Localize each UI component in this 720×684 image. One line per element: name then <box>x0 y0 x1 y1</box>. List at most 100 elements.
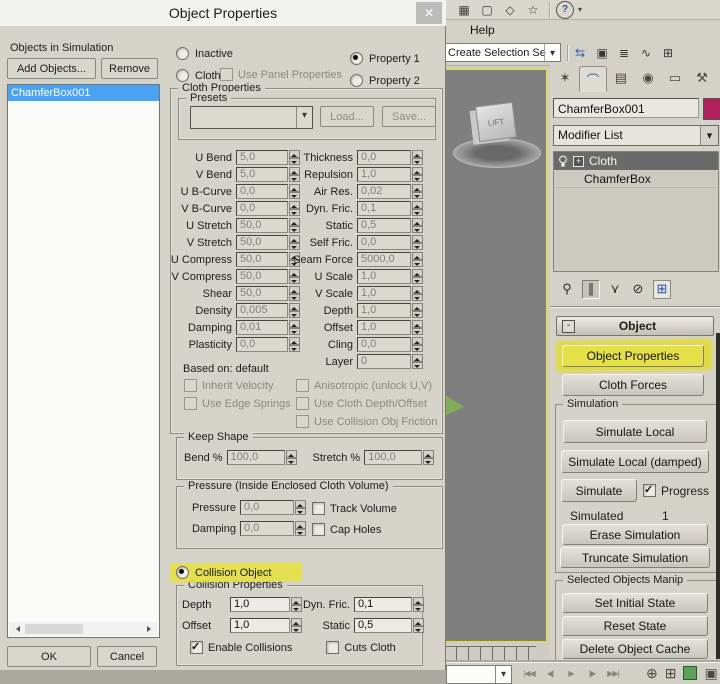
param-value-field[interactable]: 0,5 <box>357 218 411 233</box>
erase-simulation-button[interactable]: Erase Simulation <box>562 524 708 545</box>
show-end-result-icon[interactable]: ∥ <box>582 280 600 299</box>
pin-stack-icon[interactable]: ⚲ <box>559 281 575 298</box>
render-setup-icon[interactable]: ⊞ <box>658 44 678 62</box>
spinner[interactable] <box>412 218 423 233</box>
spinner[interactable] <box>413 597 424 612</box>
spinner[interactable] <box>412 252 423 267</box>
param-value-field[interactable]: 100,0 <box>364 450 422 465</box>
chevron-down-icon[interactable] <box>700 126 718 145</box>
lift-spacewarp-gizmo[interactable]: LIFT <box>453 98 541 170</box>
checkbox[interactable]: Use Collision Obj Friction <box>296 415 437 428</box>
add-objects-button[interactable]: Add Objects... <box>7 58 96 79</box>
object-name-field[interactable]: ChamferBox001 <box>553 98 699 118</box>
scroll-left-icon[interactable] <box>9 622 23 636</box>
object-color-swatch[interactable] <box>703 98 720 120</box>
maximize-viewport-toggle-icon[interactable]: ▣ <box>704 665 717 682</box>
checkbox[interactable]: Use Edge Springs <box>184 397 291 410</box>
command-panel-scrollbar[interactable] <box>716 333 720 659</box>
truncate-simulation-button[interactable]: Truncate Simulation <box>560 547 710 568</box>
simulate-local-damped-button[interactable]: Simulate Local (damped) <box>561 450 709 473</box>
checkbox[interactable]: Enable Collisions <box>190 641 292 654</box>
chevron-down-icon[interactable] <box>544 44 560 61</box>
tab-utilities[interactable]: ⚒ <box>689 66 715 90</box>
spinner[interactable] <box>412 150 423 165</box>
scrollbar-thumb[interactable] <box>25 624 83 634</box>
spinner[interactable] <box>412 286 423 301</box>
set-key-mode-icon[interactable]: ⊕ <box>646 665 658 682</box>
spinner[interactable] <box>412 184 423 199</box>
named-selection-set-combo[interactable]: Create Selection Se <box>443 43 561 62</box>
scroll-right-icon[interactable] <box>144 622 158 636</box>
cancel-button[interactable]: Cancel <box>97 646 157 667</box>
cloth-radio[interactable]: Cloth <box>176 69 221 82</box>
spinner[interactable] <box>413 618 424 633</box>
list-item[interactable]: ChamferBox001 <box>8 85 159 101</box>
chevron-down-icon[interactable] <box>296 107 312 128</box>
param-value-field[interactable]: 0,0 <box>357 150 411 165</box>
rectangular-selection-region-icon[interactable]: ▢ <box>477 1 497 19</box>
param-value-field[interactable]: 1,0 <box>230 597 290 612</box>
simulate-local-button[interactable]: Simulate Local <box>563 420 707 443</box>
tab-motion[interactable]: ◉ <box>635 66 661 90</box>
modifier-list-dropdown[interactable]: Modifier List <box>553 125 719 146</box>
inactive-radio[interactable]: Inactive <box>176 47 233 60</box>
param-value-field[interactable]: 1,0 <box>357 286 411 301</box>
spinner[interactable] <box>295 521 306 536</box>
tab-display[interactable]: ▭ <box>662 66 688 90</box>
param-value-field[interactable]: 0,0 <box>357 235 411 250</box>
ok-button[interactable]: OK <box>7 646 91 667</box>
menu-help[interactable]: Help <box>470 23 495 37</box>
lightbulb-icon[interactable] <box>558 155 568 168</box>
go-to-end-button[interactable]: ▶▶| <box>604 666 622 681</box>
tab-create[interactable]: ✶ <box>552 66 578 90</box>
param-value-field[interactable]: 5000,0 <box>357 252 411 267</box>
chevron-down-icon[interactable]: ▾ <box>578 5 582 14</box>
next-frame-button[interactable]: |▶ <box>583 666 601 681</box>
spinner[interactable] <box>412 337 423 352</box>
param-value-field[interactable]: 1,0 <box>230 618 290 633</box>
cloth-forces-button[interactable]: Cloth Forces <box>562 374 704 396</box>
make-unique-icon[interactable]: ⋎ <box>607 281 623 298</box>
status-dropdown[interactable] <box>446 665 512 684</box>
go-to-start-button[interactable]: |◀◀ <box>520 666 538 681</box>
isolate-selection-icon[interactable] <box>683 666 697 680</box>
panel-button[interactable]: Set Initial State <box>562 593 708 613</box>
select-by-name-icon[interactable]: ▦ <box>454 1 474 19</box>
spinner[interactable] <box>423 450 434 465</box>
checkbox[interactable]: Use Cloth Depth/Offset <box>296 397 437 410</box>
fence-selection-region-icon[interactable]: ◇ <box>500 1 520 19</box>
collision-object-radio[interactable]: Collision Object <box>176 566 271 579</box>
param-value-field[interactable]: 0,1 <box>357 201 411 216</box>
param-value-field[interactable]: 1,0 <box>357 320 411 335</box>
presets-dropdown[interactable] <box>190 106 313 129</box>
property1-radio[interactable]: Property 1 <box>350 52 420 65</box>
remove-button[interactable]: Remove <box>101 58 158 79</box>
viewport-layout-grid-icon[interactable]: ⊞ <box>665 665 677 682</box>
horizontal-scrollbar[interactable] <box>9 622 158 636</box>
curve-editor-icon[interactable]: ∿ <box>636 44 656 62</box>
param-value-field[interactable]: 0,0 <box>240 500 294 515</box>
property2-radio[interactable]: Property 2 <box>350 74 420 87</box>
objects-list[interactable]: ChamferBox001 <box>7 84 160 638</box>
param-value-field[interactable]: 1,0 <box>357 167 411 182</box>
stack-row-cloth[interactable]: + Cloth <box>554 152 718 170</box>
spinner[interactable] <box>412 354 423 369</box>
spinner[interactable] <box>286 450 297 465</box>
spinner[interactable] <box>412 235 423 250</box>
layer-manager-icon[interactable]: ≣ <box>614 44 634 62</box>
spinner[interactable] <box>412 269 423 284</box>
param-value-field[interactable]: 0,0 <box>357 337 411 352</box>
checkbox[interactable]: Anisotropic (unlock U,V) <box>296 379 437 392</box>
simulate-button[interactable]: Simulate <box>561 479 637 502</box>
checkbox[interactable]: Track Volume <box>312 502 397 515</box>
viewport[interactable]: LIFT <box>444 69 547 642</box>
previous-frame-button[interactable]: ◀| <box>541 666 559 681</box>
param-value-field[interactable]: 1,0 <box>357 303 411 318</box>
spinner[interactable] <box>412 303 423 318</box>
param-value-field[interactable]: 0 <box>357 354 411 369</box>
spinner[interactable] <box>291 597 302 612</box>
checkbox[interactable]: Cuts Cloth <box>326 641 395 654</box>
checkbox[interactable]: Cap Holes <box>312 523 397 536</box>
rollout-object-header[interactable]: - Object <box>556 316 714 336</box>
play-button[interactable]: ▶ <box>562 666 580 681</box>
